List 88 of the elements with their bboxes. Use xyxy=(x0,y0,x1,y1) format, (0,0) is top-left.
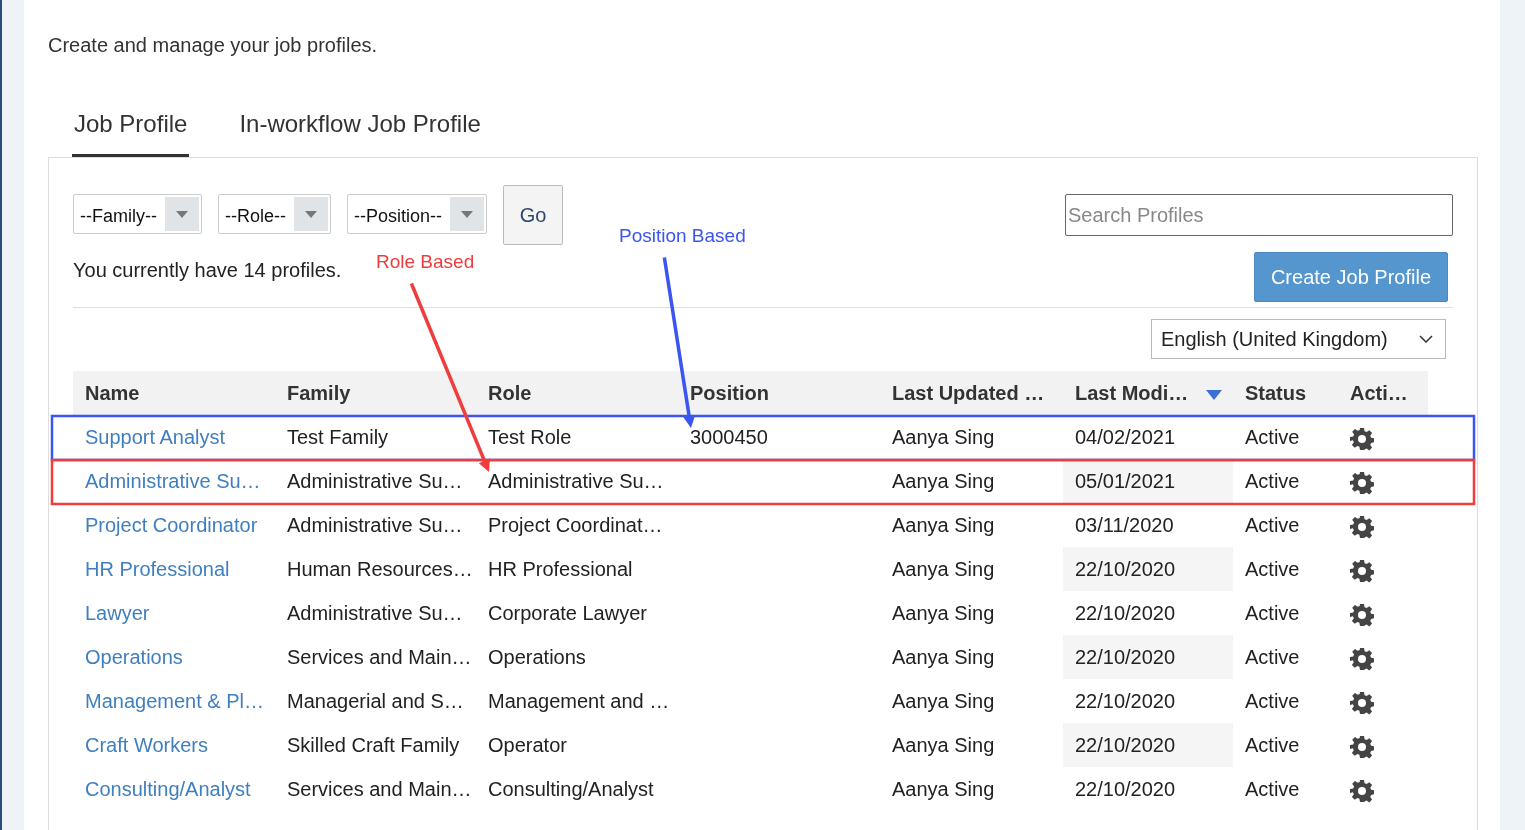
column-header[interactable]: Name xyxy=(73,371,275,415)
column-header[interactable]: Family xyxy=(275,371,476,415)
chevron-down-icon xyxy=(1419,335,1433,343)
table-cell-text: Consulting/Analyst xyxy=(487,777,655,802)
table-cell-text: Operator xyxy=(487,733,568,758)
gear-icon[interactable] xyxy=(1350,470,1374,495)
table-cell-text: Corporate Lawyer xyxy=(487,601,648,626)
table-cell: Active xyxy=(1233,459,1338,503)
gear-icon[interactable] xyxy=(1350,602,1374,627)
column-header[interactable]: Last Updated … xyxy=(880,371,1063,415)
profile-link[interactable]: Support Analyst xyxy=(85,426,226,448)
table-cell: 22/10/2020 xyxy=(1063,679,1233,723)
table-cell: Active xyxy=(1233,767,1338,811)
gear-icon[interactable] xyxy=(1350,514,1374,539)
gear-icon[interactable] xyxy=(1350,426,1374,451)
profile-link[interactable]: Consulting/Analyst xyxy=(85,778,251,800)
profile-count-text: You currently have 14 profiles. xyxy=(73,258,342,283)
table-cell: 22/10/2020 xyxy=(1063,591,1233,635)
table-cell: Test Family xyxy=(275,415,476,459)
annotation-label: Role Based xyxy=(376,250,475,274)
table-cell-text: Services and Main… xyxy=(286,645,473,670)
gear-icon[interactable] xyxy=(1350,558,1374,583)
table-cell-text: HR Professional xyxy=(487,557,634,582)
profile-link[interactable]: Management & Pl… xyxy=(85,690,264,712)
column-header[interactable]: Last Modi… xyxy=(1063,371,1233,415)
table-cell: 22/10/2020 xyxy=(1063,723,1233,767)
table-cell-text: Human Resources… xyxy=(286,557,474,582)
table-cell-text: Services and Main… xyxy=(286,777,473,802)
go-button[interactable]: Go xyxy=(503,185,563,245)
table-cell-text: Operations xyxy=(487,645,587,670)
table-cell: 3000450 xyxy=(678,415,880,459)
table-cell: Active xyxy=(1233,415,1338,459)
table-cell-text: Administrative Su… xyxy=(286,601,464,626)
caret-icon xyxy=(305,210,317,218)
table-cell: Aanya Sing xyxy=(880,459,1063,503)
language-dropdown[interactable]: English (United Kingdom) xyxy=(1151,319,1446,359)
column-header[interactable]: Acti… xyxy=(1338,371,1428,415)
filter-dropdown[interactable]: --Position-- xyxy=(347,194,487,234)
table-cell-text: Administrative Su… xyxy=(286,469,464,494)
table-cell-text: Administrative Su… xyxy=(286,513,464,538)
profile-link[interactable]: Operations xyxy=(85,646,183,668)
column-header[interactable]: Position xyxy=(678,371,880,415)
table-cell-text: Administrative Su… xyxy=(487,469,665,494)
table-cell: Active xyxy=(1233,679,1338,723)
table-cell: Aanya Sing xyxy=(880,503,1063,547)
table-cell-text: Project Coordinat… xyxy=(487,513,664,538)
column-header[interactable]: Status xyxy=(1233,371,1338,415)
table-cell: Aanya Sing xyxy=(880,547,1063,591)
table-cell: Aanya Sing xyxy=(880,635,1063,679)
table-cell: Test Role xyxy=(476,415,678,459)
profile-link[interactable]: HR Professional xyxy=(85,558,230,580)
profile-link[interactable]: Lawyer xyxy=(85,602,150,624)
table-cell: Aanya Sing xyxy=(880,723,1063,767)
gear-icon[interactable] xyxy=(1350,778,1374,803)
profile-link[interactable]: Project Coordinator xyxy=(85,514,258,536)
table-cell-text: Management and … xyxy=(487,689,671,714)
table-cell: Aanya Sing xyxy=(880,679,1063,723)
filter-dropdown[interactable]: --Role-- xyxy=(218,194,331,234)
profile-link[interactable]: Administrative Su… xyxy=(85,470,261,492)
caret-icon xyxy=(176,210,188,218)
table-cell: 22/10/2020 xyxy=(1063,767,1233,811)
filter-dropdown[interactable]: --Family-- xyxy=(73,194,202,234)
table-cell: Active xyxy=(1233,547,1338,591)
table-cell-text: Managerial and S… xyxy=(286,689,465,714)
table-cell: Active xyxy=(1233,503,1338,547)
table-cell: Aanya Sing xyxy=(880,591,1063,635)
table-cell: 03/11/2020 xyxy=(1063,503,1233,547)
table-cell: Active xyxy=(1233,723,1338,767)
table-cell: 05/01/2021 xyxy=(1063,459,1233,503)
table-cell: 22/10/2020 xyxy=(1063,547,1233,591)
table-cell: Active xyxy=(1233,591,1338,635)
tab[interactable]: Job Profile xyxy=(72,100,190,158)
table-cell: 04/02/2021 xyxy=(1063,415,1233,459)
tab[interactable]: In-workflow Job Profile xyxy=(237,100,483,158)
gear-icon[interactable] xyxy=(1350,690,1374,715)
annotation-label: Position Based xyxy=(619,224,746,248)
gear-icon[interactable] xyxy=(1350,646,1374,671)
profile-link[interactable]: Craft Workers xyxy=(85,734,208,756)
table-cell: Aanya Sing xyxy=(880,767,1063,811)
caret-icon xyxy=(461,210,473,218)
table-cell: Active xyxy=(1233,635,1338,679)
table-cell: 22/10/2020 xyxy=(1063,635,1233,679)
column-header[interactable]: Role xyxy=(476,371,678,415)
table-cell: Aanya Sing xyxy=(880,415,1063,459)
gear-icon[interactable] xyxy=(1350,734,1374,759)
table-cell-text: Skilled Craft Family xyxy=(286,733,461,758)
intro-text: Create and manage your job profiles. xyxy=(48,33,379,58)
search-field[interactable]: Search Profiles xyxy=(1065,194,1453,236)
